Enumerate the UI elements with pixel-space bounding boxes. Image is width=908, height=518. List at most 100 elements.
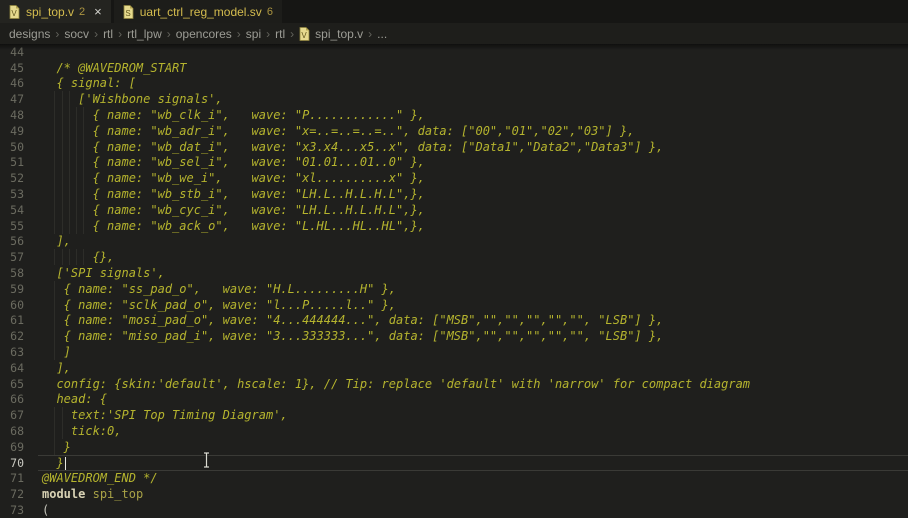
line-number[interactable]: 60 xyxy=(0,298,24,312)
code-line[interactable]: ( xyxy=(42,503,49,517)
line-number[interactable]: 47 xyxy=(0,92,24,106)
line-number[interactable]: 70 xyxy=(0,456,24,470)
line-number[interactable]: 54 xyxy=(0,203,24,217)
line-number[interactable]: 49 xyxy=(0,124,24,138)
code-line[interactable]: { name: "wb_adr_i", wave: "x=..=..=..=..… xyxy=(42,124,634,138)
line-number[interactable]: 66 xyxy=(0,392,24,406)
code-row-73: 73 ( xyxy=(0,502,908,518)
line-number[interactable]: 64 xyxy=(0,361,24,375)
code-line[interactable]: text:'SPI Top Timing Diagram', xyxy=(42,408,288,422)
breadcrumb-item-designs[interactable]: designs xyxy=(9,27,50,41)
line-number[interactable]: 53 xyxy=(0,187,24,201)
svg-text:V: V xyxy=(11,9,17,18)
line-number[interactable]: 61 xyxy=(0,313,24,327)
code-row-47: 47 ['Wishbone signals', xyxy=(0,91,908,107)
line-number[interactable]: 67 xyxy=(0,408,24,422)
line-number[interactable]: 62 xyxy=(0,329,24,343)
line-number[interactable]: 71 xyxy=(0,471,24,485)
chevron-right-icon: › xyxy=(261,27,275,41)
code-token-entity: spi_top xyxy=(93,487,144,501)
code-line[interactable]: ], xyxy=(42,234,71,248)
breadcrumb-item-opencores[interactable]: opencores xyxy=(176,27,232,41)
code-line[interactable]: /* @WAVEDROM_START xyxy=(42,61,187,75)
code-line[interactable]: head: { xyxy=(42,392,107,406)
line-number[interactable]: 48 xyxy=(0,108,24,122)
breadcrumb-item-spi_top.v[interactable]: spi_top.v xyxy=(315,27,363,41)
code-editor[interactable]: 4445 /* @WAVEDROM_START46 { signal: [47 … xyxy=(0,44,908,518)
code-line[interactable]: { name: "ss_pad_o", wave: "H.L.........H… xyxy=(42,282,396,296)
breadcrumb-item-socv[interactable]: socv xyxy=(64,27,89,41)
verilog-file-icon: V xyxy=(9,5,20,19)
line-number[interactable]: 57 xyxy=(0,250,24,264)
line-number[interactable]: 44 xyxy=(0,45,24,59)
code-row-61: 61 { name: "mosi_pad_o", wave: "4...4444… xyxy=(0,313,908,329)
line-number[interactable]: 65 xyxy=(0,377,24,391)
code-line[interactable]: { name: "wb_cyc_i", wave: "LH.L..H.L.H.L… xyxy=(42,203,425,217)
line-number[interactable]: 58 xyxy=(0,266,24,280)
line-number[interactable]: 55 xyxy=(0,219,24,233)
code-line[interactable]: { signal: [ xyxy=(42,76,136,90)
code-line[interactable]: { name: "wb_dat_i", wave: "x3.x4...x5..x… xyxy=(42,140,663,154)
code-line[interactable]: tick:0, xyxy=(42,424,121,438)
svg-text:S: S xyxy=(125,9,130,18)
code-line[interactable]: config: {skin:'default', hscale: 1}, // … xyxy=(42,377,750,391)
chevron-right-icon: › xyxy=(285,27,299,41)
code-line[interactable]: { name: "wb_stb_i", wave: "LH.L..H.L.H.L… xyxy=(42,187,425,201)
tab-bar: Vspi_top.v2×Suart_ctrl_reg_model.sv6 xyxy=(0,0,908,23)
line-number[interactable]: 63 xyxy=(0,345,24,359)
line-number[interactable]: 52 xyxy=(0,171,24,185)
line-number[interactable]: 72 xyxy=(0,487,24,501)
code-row-46: 46 { signal: [ xyxy=(0,76,908,92)
tab-problems-badge: 6 xyxy=(267,6,273,18)
code-line[interactable]: ['SPI signals', xyxy=(42,266,165,280)
tab-uart_ctrl_reg_model.sv[interactable]: Suart_ctrl_reg_model.sv6 xyxy=(114,0,282,23)
chevron-right-icon: › xyxy=(50,27,64,41)
code-line[interactable]: ] xyxy=(42,345,71,359)
code-row-48: 48 { name: "wb_clk_i", wave: "P.........… xyxy=(0,107,908,123)
code-row-62: 62 { name: "miso_pad_i", wave: "3...3333… xyxy=(0,328,908,344)
line-number[interactable]: 69 xyxy=(0,440,24,454)
line-number[interactable]: 68 xyxy=(0,424,24,438)
code-row-55: 55 { name: "wb_ack_o", wave: "L.HL...HL.… xyxy=(0,218,908,234)
code-line[interactable]: { name: "wb_we_i", wave: "xl..........x"… xyxy=(42,171,425,185)
line-number[interactable]: 51 xyxy=(0,155,24,169)
code-line[interactable]: @WAVEDROM_END */ xyxy=(42,471,158,485)
verilog-file-icon: V xyxy=(299,27,310,41)
code-rows: 4445 /* @WAVEDROM_START46 { signal: [47 … xyxy=(0,44,908,518)
code-row-65: 65 config: {skin:'default', hscale: 1}, … xyxy=(0,376,908,392)
code-line[interactable]: { name: "wb_ack_o", wave: "L.HL...HL..HL… xyxy=(42,219,425,233)
tab-label: spi_top.v xyxy=(26,5,74,19)
code-line[interactable]: } xyxy=(42,456,66,470)
code-line[interactable]: { name: "miso_pad_i", wave: "3...333333.… xyxy=(42,329,663,343)
close-icon[interactable]: × xyxy=(94,5,102,18)
code-line[interactable]: } xyxy=(42,440,71,454)
code-line[interactable]: {}, xyxy=(42,250,114,264)
breadcrumb-item-rtl[interactable]: rtl xyxy=(275,27,285,41)
line-number[interactable]: 59 xyxy=(0,282,24,296)
code-row-70: 70 } xyxy=(0,455,908,471)
breadcrumb-item-spi[interactable]: spi xyxy=(246,27,261,41)
code-row-68: 68 tick:0, xyxy=(0,423,908,439)
line-number[interactable]: 56 xyxy=(0,234,24,248)
code-line[interactable]: { name: "mosi_pad_o", wave: "4...444444.… xyxy=(42,313,663,327)
line-number[interactable]: 50 xyxy=(0,140,24,154)
code-line[interactable]: module spi_top xyxy=(42,487,143,501)
tab-spi_top.v[interactable]: Vspi_top.v2× xyxy=(0,0,111,23)
code-row-64: 64 ], xyxy=(0,360,908,376)
line-number[interactable]: 45 xyxy=(0,61,24,75)
breadcrumb-item-rtl[interactable]: rtl xyxy=(103,27,113,41)
line-number[interactable]: 73 xyxy=(0,503,24,517)
code-row-69: 69 } xyxy=(0,439,908,455)
code-line[interactable]: { name: "sclk_pad_o", wave: "l...P.....l… xyxy=(42,298,396,312)
code-line[interactable]: { name: "wb_clk_i", wave: "P............… xyxy=(42,108,425,122)
code-token-plain xyxy=(85,487,92,501)
current-line-highlight xyxy=(38,455,908,471)
code-line[interactable]: ['Wishbone signals', xyxy=(42,92,223,106)
breadcrumb-item-rtl_lpw[interactable]: rtl_lpw xyxy=(127,27,162,41)
breadcrumb-item-...[interactable]: ... xyxy=(377,27,387,41)
code-line[interactable]: ], xyxy=(42,361,71,375)
code-line[interactable]: { name: "wb_sel_i", wave: "01.01...01..0… xyxy=(42,155,425,169)
line-number[interactable]: 46 xyxy=(0,76,24,90)
chevron-right-icon: › xyxy=(113,27,127,41)
code-row-59: 59 { name: "ss_pad_o", wave: "H.L.......… xyxy=(0,281,908,297)
